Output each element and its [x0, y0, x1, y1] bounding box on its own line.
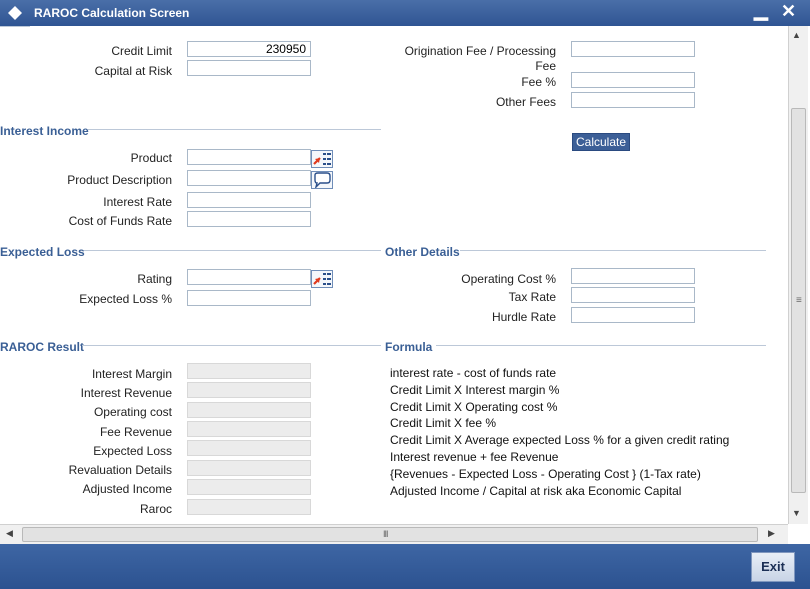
window-title: RAROC Calculation Screen — [34, 6, 190, 20]
minimize-button[interactable]: ▁ — [754, 0, 768, 21]
raroc-output — [187, 499, 311, 515]
speech-bubble-icon — [314, 172, 331, 190]
formula-line: {Revenues - Expected Loss - Operating Co… — [390, 467, 701, 481]
formula-line: Adjusted Income / Capital at risk aka Ec… — [390, 484, 682, 498]
top-cut-rule — [0, 26, 30, 27]
raroc-result-rule — [82, 345, 381, 346]
tax-rate-label: Tax Rate — [508, 290, 556, 304]
credit-limit-label: Credit Limit — [111, 44, 172, 58]
vertical-scroll-thumb[interactable]: ≡ — [791, 108, 806, 493]
app-logo-icon — [8, 6, 22, 20]
product-lookup-button[interactable] — [311, 150, 333, 168]
operating-cost-input[interactable] — [571, 268, 695, 284]
operating-cost-label: Operating Cost % — [461, 272, 556, 286]
formula-line: Credit Limit X Interest margin % — [390, 383, 560, 397]
other-details-heading: Other Details — [385, 245, 460, 259]
cost-of-funds-label: Cost of Funds Rate — [68, 214, 172, 228]
close-button[interactable]: ✕ — [781, 1, 796, 22]
rating-lookup-button[interactable] — [311, 270, 333, 288]
title-bar: RAROC Calculation Screen ▁ ✕ — [0, 0, 810, 26]
formula-line: interest rate - cost of funds rate — [390, 366, 557, 380]
product-description-button[interactable] — [311, 171, 333, 190]
rating-input[interactable] — [187, 269, 311, 285]
other-details-rule — [460, 250, 766, 251]
formula-line: Interest revenue + fee Revenue — [390, 450, 559, 464]
raroc-result-heading: RAROC Result — [0, 340, 85, 354]
hurdle-rate-input[interactable] — [571, 307, 695, 323]
expected-loss-pct-input[interactable] — [187, 290, 311, 306]
expected-loss-output — [187, 440, 311, 456]
exit-button[interactable]: Exit — [751, 552, 795, 582]
fee-pct-label: Fee % — [521, 75, 556, 89]
adjusted-income-output — [187, 479, 311, 495]
formula-rule — [436, 345, 766, 346]
expected-loss-heading: Expected Loss — [0, 245, 85, 259]
horizontal-scroll-thumb[interactable]: III — [22, 527, 758, 542]
expected-loss-pct-label: Expected Loss % — [79, 292, 172, 306]
vertical-scrollbar[interactable]: ▲ ≡ ▼ — [788, 26, 808, 524]
list-lookup-icon — [313, 273, 331, 285]
adjusted-income-label: Adjusted Income — [82, 482, 172, 496]
raroc-label: Raroc — [139, 502, 172, 516]
interest-rate-label: Interest Rate — [103, 195, 172, 209]
interest-margin-label: Interest Margin — [91, 367, 172, 381]
capital-at-risk-label: Capital at Risk — [94, 64, 172, 78]
origination-fee-label-line1: Origination Fee / Processing — [404, 44, 556, 58]
formula-line: Credit Limit X Average expected Loss % f… — [390, 433, 730, 447]
hurdle-rate-label: Hurdle Rate — [491, 310, 556, 324]
rating-label: Rating — [137, 272, 172, 286]
fee-revenue-label: Fee Revenue — [99, 425, 172, 439]
scroll-grip-icon: III — [383, 529, 388, 539]
main-form: Credit Limit Capital at Risk Origination… — [0, 26, 788, 524]
origination-fee-label-line2: Fee — [535, 59, 556, 73]
other-fees-input[interactable] — [571, 92, 695, 108]
product-input[interactable] — [187, 149, 311, 165]
formula-line: Credit Limit X Operating cost % — [390, 400, 558, 414]
formula-heading: Formula — [385, 340, 433, 354]
tax-rate-input[interactable] — [571, 287, 695, 303]
expected-loss-result-label: Expected Loss — [93, 444, 172, 458]
capital-at-risk-input[interactable] — [187, 60, 311, 76]
interest-rate-input[interactable] — [187, 192, 311, 208]
product-label: Product — [130, 151, 172, 165]
scroll-up-icon[interactable]: ▲ — [792, 30, 801, 40]
fee-revenue-output — [187, 421, 311, 437]
product-description-label: Product Description — [67, 173, 172, 187]
horizontal-scrollbar[interactable]: ◀ III ▶ — [0, 524, 788, 544]
operating-cost-output — [187, 402, 311, 418]
interest-income-heading: Interest Income — [0, 124, 89, 138]
scroll-left-icon[interactable]: ◀ — [6, 528, 13, 539]
list-lookup-icon — [313, 153, 331, 165]
footer-bar: Exit — [0, 544, 810, 589]
scroll-down-icon[interactable]: ▼ — [792, 508, 801, 518]
credit-limit-input[interactable] — [187, 41, 311, 57]
origination-fee-input[interactable] — [571, 41, 695, 57]
interest-margin-output — [187, 363, 311, 379]
operating-cost-result-label: Operating cost — [93, 405, 172, 419]
expected-loss-rule — [84, 250, 381, 251]
cost-of-funds-input[interactable] — [187, 211, 311, 227]
formula-line: Credit Limit X fee % — [390, 416, 497, 430]
scroll-grip-icon: ≡ — [796, 295, 802, 306]
other-fees-label: Other Fees — [495, 95, 556, 109]
calculate-button[interactable]: Calculate — [572, 133, 631, 151]
interest-revenue-label: Interest Revenue — [80, 386, 172, 400]
scroll-right-icon[interactable]: ▶ — [768, 528, 775, 539]
interest-revenue-output — [187, 382, 311, 398]
revaluation-details-label: Revaluation Details — [68, 463, 172, 477]
fee-pct-input[interactable] — [571, 72, 695, 88]
revaluation-details-output — [187, 460, 311, 476]
product-description-input[interactable] — [187, 170, 311, 186]
interest-income-rule — [88, 129, 381, 130]
